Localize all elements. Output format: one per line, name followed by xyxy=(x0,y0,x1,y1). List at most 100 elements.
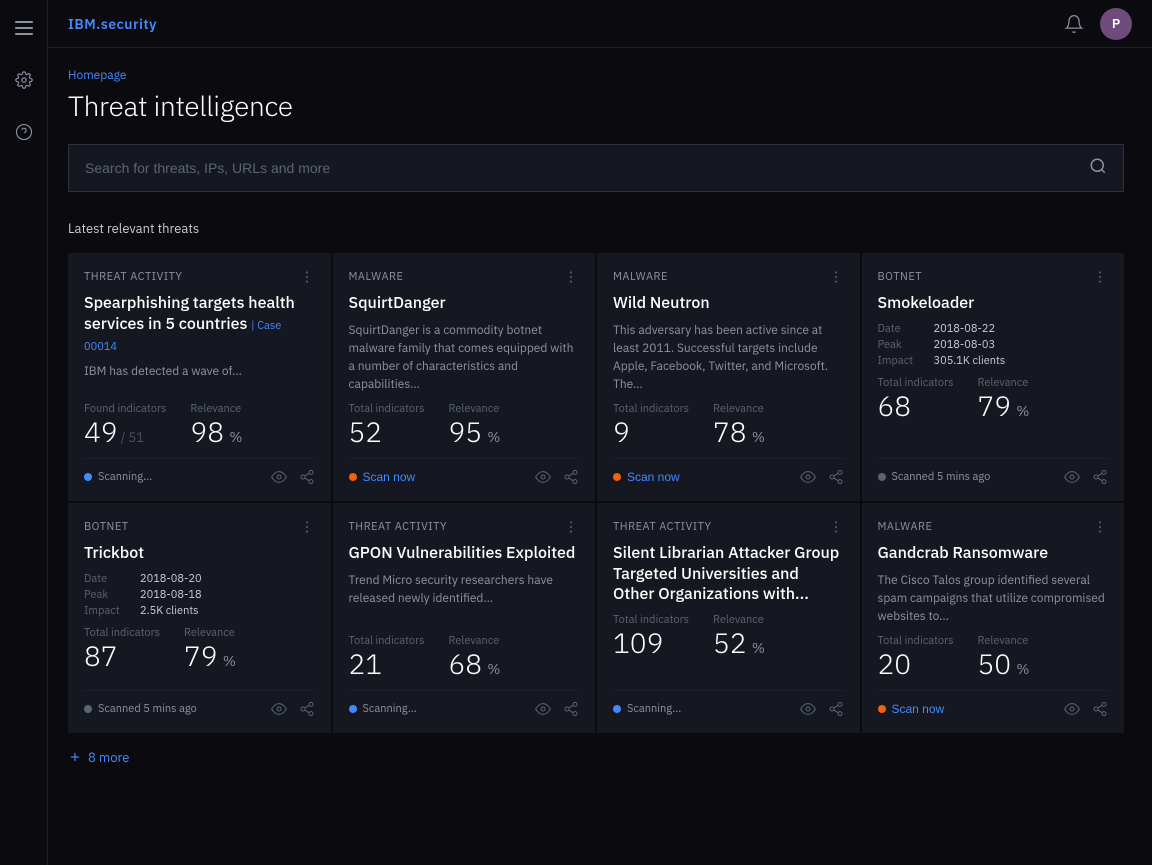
card-type: Malware xyxy=(613,270,668,284)
card-meta-row: Date2018-08-20 xyxy=(84,572,315,586)
search-input[interactable] xyxy=(85,160,1089,176)
stat-value: 68 % xyxy=(448,650,500,678)
eye-icon[interactable] xyxy=(271,701,287,717)
card-meta-row: Peak2018-08-18 xyxy=(84,588,315,602)
stat-value: 52 % xyxy=(713,629,765,657)
card-actions xyxy=(271,469,315,485)
status-dot xyxy=(613,705,621,713)
card-header: Botnet xyxy=(84,519,315,535)
card-stat: Total indicators109 xyxy=(613,613,689,657)
eye-icon[interactable] xyxy=(800,469,816,485)
card-stat: Total indicators87 xyxy=(84,626,160,670)
card-footer: Scan now xyxy=(613,458,844,485)
card-title: Silent Librarian Attacker Group Targeted… xyxy=(613,543,844,605)
eye-icon[interactable] xyxy=(535,469,551,485)
status-text: Scanned 5 mins ago xyxy=(98,702,197,716)
notification-icon[interactable] xyxy=(1064,14,1084,34)
threat-card: BotnetTrickbotDate2018-08-20Peak2018-08-… xyxy=(68,503,331,733)
eye-icon[interactable] xyxy=(1064,469,1080,485)
card-status: Scanning... xyxy=(613,702,681,716)
meta-label: Peak xyxy=(84,588,132,602)
stat-unit: % xyxy=(749,639,765,657)
user-avatar[interactable]: P xyxy=(1100,8,1132,40)
share-icon[interactable] xyxy=(299,701,315,717)
status-text: Scanned 5 mins ago xyxy=(892,470,991,484)
threat-card: MalwareWild NeutronThis adversary has be… xyxy=(597,253,860,501)
stat-unit: % xyxy=(1013,660,1029,678)
stat-unit: % xyxy=(220,652,236,670)
stat-unit: % xyxy=(484,428,500,446)
scan-now-button[interactable]: Scan now xyxy=(363,470,416,484)
card-stat: Found indicators49 / 51 xyxy=(84,402,166,446)
card-menu-icon[interactable] xyxy=(299,519,315,535)
card-menu-icon[interactable] xyxy=(828,269,844,285)
status-dot xyxy=(613,473,621,481)
card-stats: Total indicators9Relevance78 % xyxy=(613,402,844,446)
stat-value: 109 xyxy=(613,629,689,657)
scan-now-button[interactable]: Scan now xyxy=(892,702,945,716)
search-icon[interactable] xyxy=(1089,157,1107,179)
stat-value: 9 xyxy=(613,418,689,446)
brand-logo: IBM.security xyxy=(68,15,157,33)
card-type: Malware xyxy=(349,270,404,284)
stat-value: 21 xyxy=(349,650,425,678)
search-bar xyxy=(68,144,1124,192)
status-dot xyxy=(84,705,92,713)
card-type: Botnet xyxy=(84,520,129,534)
settings-icon[interactable] xyxy=(8,64,40,96)
meta-value: 2018-08-03 xyxy=(934,338,996,352)
share-icon[interactable] xyxy=(828,469,844,485)
more-button[interactable]: 8 more xyxy=(68,745,1124,770)
card-stat: Total indicators21 xyxy=(349,634,425,678)
meta-value: 2018-08-22 xyxy=(934,322,996,336)
share-icon[interactable] xyxy=(828,701,844,717)
card-stat: Relevance50 % xyxy=(977,634,1029,678)
card-title: Trickbot xyxy=(84,543,315,564)
hamburger-icon[interactable] xyxy=(8,12,40,44)
section-title: Latest relevant threats xyxy=(68,220,1124,237)
card-footer: Scanned 5 mins ago xyxy=(84,690,315,717)
card-menu-icon[interactable] xyxy=(563,519,579,535)
eye-icon[interactable] xyxy=(800,701,816,717)
card-menu-icon[interactable] xyxy=(828,519,844,535)
eye-icon[interactable] xyxy=(1064,701,1080,717)
share-icon[interactable] xyxy=(299,469,315,485)
meta-value: 2018-08-20 xyxy=(140,572,202,586)
card-header: Threat activity xyxy=(613,519,844,535)
help-icon[interactable] xyxy=(8,116,40,148)
card-footer: Scanned 5 mins ago xyxy=(878,458,1109,485)
card-menu-icon[interactable] xyxy=(299,269,315,285)
card-desc: IBM has detected a wave of... xyxy=(84,363,315,393)
card-type: Malware xyxy=(878,520,933,534)
breadcrumb[interactable]: Homepage xyxy=(68,68,1124,83)
scan-now-button[interactable]: Scan now xyxy=(627,470,680,484)
card-stat: Relevance95 % xyxy=(448,402,500,446)
card-stat: Relevance52 % xyxy=(713,613,765,657)
threat-card: Threat activitySpearphishing targets hea… xyxy=(68,253,331,501)
page-title: Threat intelligence xyxy=(68,87,1124,124)
share-icon[interactable] xyxy=(1092,701,1108,717)
stat-value: 68 xyxy=(878,392,954,420)
stat-value: 49 / 51 xyxy=(84,418,166,446)
card-footer: Scanning... xyxy=(613,690,844,717)
eye-icon[interactable] xyxy=(271,469,287,485)
case-link[interactable]: | Case 00014 xyxy=(84,319,281,354)
share-icon[interactable] xyxy=(563,701,579,717)
share-icon[interactable] xyxy=(563,469,579,485)
card-actions xyxy=(535,469,579,485)
card-menu-icon[interactable] xyxy=(563,269,579,285)
share-icon[interactable] xyxy=(1092,469,1108,485)
stat-value: 20 xyxy=(878,650,954,678)
eye-icon[interactable] xyxy=(535,701,551,717)
card-actions xyxy=(1064,701,1108,717)
card-header: Malware xyxy=(349,269,580,285)
card-menu-icon[interactable] xyxy=(1092,269,1108,285)
card-desc: Trend Micro security researchers have re… xyxy=(349,572,580,626)
status-dot xyxy=(349,705,357,713)
card-menu-icon[interactable] xyxy=(1092,519,1108,535)
card-meta: Date2018-08-20Peak2018-08-18Impact2.5K c… xyxy=(84,572,315,618)
threat-card: MalwareSquirtDangerSquirtDanger is a com… xyxy=(333,253,596,501)
card-stat: Relevance68 % xyxy=(448,634,500,678)
card-stats: Found indicators49 / 51Relevance98 % xyxy=(84,402,315,446)
card-stat: Total indicators20 xyxy=(878,634,954,678)
